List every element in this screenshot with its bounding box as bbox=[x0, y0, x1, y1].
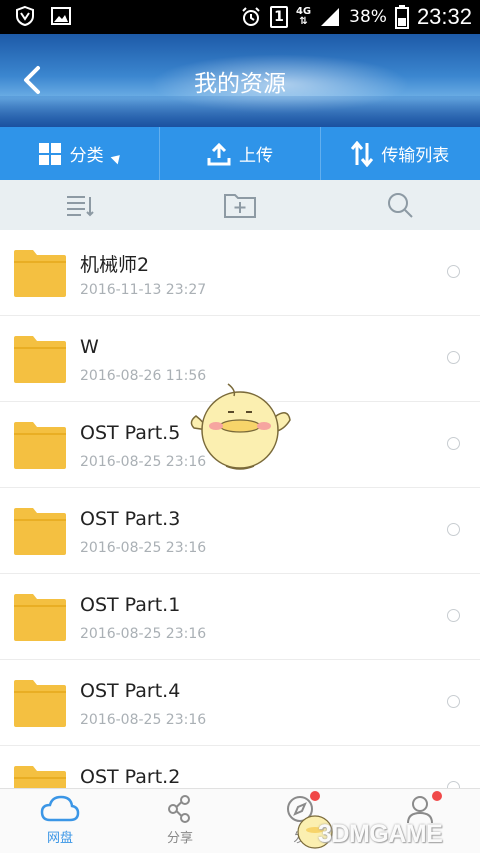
folder-icon bbox=[14, 594, 66, 641]
nav-label-share: 分享 bbox=[166, 831, 193, 846]
new-folder-button[interactable] bbox=[160, 191, 320, 219]
select-radio[interactable] bbox=[447, 695, 460, 708]
sort-icon bbox=[67, 196, 94, 217]
list-item[interactable]: OST Part.4 2016-08-25 23:16 bbox=[0, 660, 480, 746]
file-name: OST Part.2 bbox=[80, 766, 181, 788]
folder-icon bbox=[14, 250, 66, 297]
notification-dot bbox=[310, 791, 320, 801]
list-item[interactable]: OST Part.2 bbox=[0, 746, 480, 788]
file-name: OST Part.3 bbox=[80, 508, 181, 530]
share-icon bbox=[168, 795, 190, 823]
battery-percent: 38% bbox=[349, 7, 387, 27]
file-name: 机械师2 bbox=[80, 254, 150, 276]
folder-icon bbox=[14, 766, 66, 788]
select-radio[interactable] bbox=[447, 781, 460, 788]
folder-icon bbox=[14, 336, 66, 383]
upload-label: 上传 bbox=[238, 146, 273, 166]
folder-icon bbox=[14, 422, 66, 469]
file-name: OST Part.4 bbox=[80, 680, 181, 702]
list-tools-bar bbox=[0, 180, 480, 230]
nav-item-share[interactable]: 分享 bbox=[120, 789, 240, 853]
file-date: 2016-08-25 23:16 bbox=[80, 540, 207, 556]
list-item[interactable]: 机械师2 2016-11-13 23:27 bbox=[0, 230, 480, 316]
watermark: 3DMGAME bbox=[318, 820, 443, 848]
nav-item-netdisk[interactable]: 网盘 bbox=[0, 789, 120, 853]
list-item[interactable]: OST Part.3 2016-08-25 23:16 bbox=[0, 488, 480, 574]
notification-dot bbox=[432, 791, 442, 801]
action-toolbar: 分类 上传 传输列表 bbox=[0, 127, 480, 180]
header: 我的资源 bbox=[0, 34, 480, 127]
file-date: 2016-08-25 23:16 bbox=[80, 712, 207, 728]
file-name: OST Part.1 bbox=[80, 594, 181, 616]
clock: 23:32 bbox=[416, 4, 472, 29]
nav-label-netdisk: 网盘 bbox=[46, 831, 73, 846]
search-icon bbox=[388, 193, 413, 218]
data-arrows-icon: ⇅ bbox=[299, 16, 308, 27]
select-radio[interactable] bbox=[447, 265, 460, 278]
grid-icon bbox=[38, 142, 61, 165]
signal-icon bbox=[321, 8, 340, 26]
file-date: 2016-08-25 23:16 bbox=[80, 626, 207, 642]
upload-button[interactable]: 上传 bbox=[160, 127, 321, 180]
file-list: 机械师2 2016-11-13 23:27 W 2016-08-26 11:56… bbox=[0, 230, 480, 788]
alarm-icon bbox=[242, 7, 260, 26]
select-radio[interactable] bbox=[447, 351, 460, 364]
battery-icon bbox=[394, 5, 409, 29]
folder-icon bbox=[14, 680, 66, 727]
gallery-icon bbox=[51, 7, 71, 25]
file-date: 2016-11-13 23:27 bbox=[80, 282, 207, 298]
select-radio[interactable] bbox=[447, 609, 460, 622]
page-title: 我的资源 bbox=[194, 71, 286, 97]
search-button[interactable] bbox=[320, 191, 480, 219]
file-name: OST Part.5 bbox=[80, 422, 181, 444]
mascot-chick-icon[interactable] bbox=[186, 378, 292, 474]
new-folder-icon bbox=[224, 194, 256, 218]
shield-icon bbox=[16, 5, 34, 27]
caret-icon bbox=[110, 151, 124, 164]
sort-button[interactable] bbox=[0, 193, 160, 217]
transfer-arrows-icon bbox=[351, 140, 374, 167]
file-name: W bbox=[80, 336, 99, 358]
status-bar: 1 4G ⇅ 38% 23:32 bbox=[0, 0, 480, 34]
sim-badge: 1 bbox=[269, 6, 288, 28]
folder-icon bbox=[14, 508, 66, 555]
classify-label: 分类 bbox=[69, 146, 104, 166]
upload-icon bbox=[207, 142, 231, 165]
classify-button[interactable]: 分类 bbox=[0, 127, 161, 180]
cloud-icon bbox=[40, 795, 80, 822]
transfer-list-label: 传输列表 bbox=[381, 146, 450, 166]
select-radio[interactable] bbox=[447, 437, 460, 450]
select-radio[interactable] bbox=[447, 523, 460, 536]
transfer-list-button[interactable]: 传输列表 bbox=[321, 127, 480, 180]
list-item[interactable]: OST Part.1 2016-08-25 23:16 bbox=[0, 574, 480, 660]
